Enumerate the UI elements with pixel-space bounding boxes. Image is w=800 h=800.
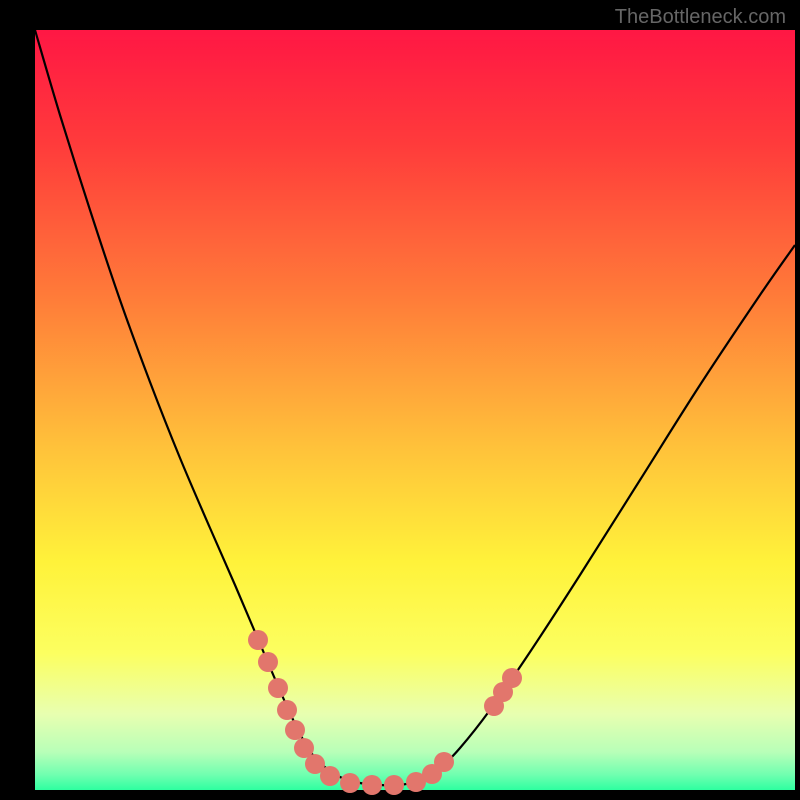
data-marker	[384, 775, 404, 795]
data-marker	[434, 752, 454, 772]
chart-container: TheBottleneck.com	[0, 0, 800, 800]
data-marker	[340, 773, 360, 793]
bottleneck-chart	[0, 0, 800, 800]
plot-background	[35, 30, 795, 790]
data-marker	[362, 775, 382, 795]
data-marker	[277, 700, 297, 720]
data-marker	[502, 668, 522, 688]
watermark-text: TheBottleneck.com	[615, 6, 786, 29]
data-marker	[248, 630, 268, 650]
data-marker	[258, 652, 278, 672]
data-marker	[268, 678, 288, 698]
data-marker	[285, 720, 305, 740]
data-marker	[320, 766, 340, 786]
